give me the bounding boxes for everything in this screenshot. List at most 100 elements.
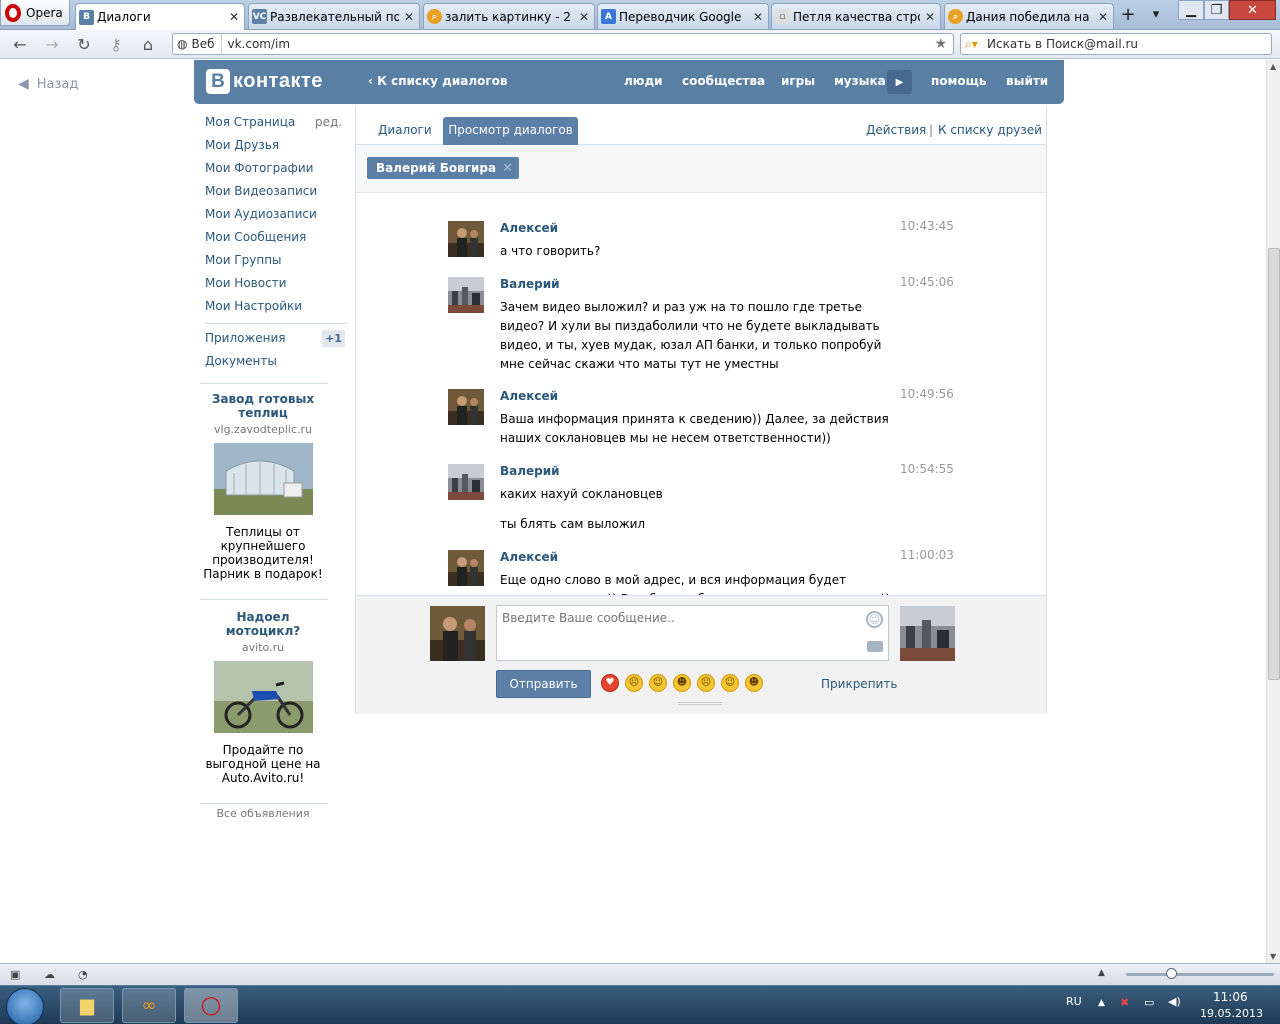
clock-time[interactable]: 11:06: [1213, 990, 1248, 1004]
nav-logout[interactable]: выйти: [1006, 74, 1048, 88]
nav-games[interactable]: игры: [781, 74, 815, 88]
menu-my-friends[interactable]: Мои Друзья: [205, 136, 348, 159]
tab-google-translate[interactable]: A Переводчик Google ✕: [597, 3, 769, 29]
close-window-button[interactable]: ✕: [1229, 0, 1276, 20]
resize-grip[interactable]: [678, 702, 722, 705]
scroll-up-icon[interactable]: ▲: [1270, 62, 1276, 71]
chat-app-icon[interactable]: ∞: [122, 988, 176, 1023]
ad-title[interactable]: Надоел мотоцикл?: [200, 610, 326, 638]
opera-unite-icon[interactable]: ☁: [44, 968, 58, 981]
vk-logo[interactable]: В контакте: [206, 69, 323, 94]
tab-view-dialogs[interactable]: Просмотр диалогов: [443, 117, 578, 145]
wink-emoji-icon[interactable]: ☻: [745, 674, 763, 692]
zoom-slider-knob[interactable]: [1166, 968, 1177, 979]
tab-dialogs-link[interactable]: Диалоги: [378, 123, 432, 137]
show-hidden-icons-icon[interactable]: ▲: [1098, 998, 1105, 1008]
avatar[interactable]: [448, 277, 484, 313]
to-dialogs-link[interactable]: ‹ К списку диалогов: [368, 74, 508, 88]
close-tab-icon[interactable]: ✕: [577, 10, 591, 24]
menu-my-videos[interactable]: Мои Видеозаписи: [205, 182, 348, 205]
smile-emoji-icon[interactable]: ☻: [673, 674, 691, 692]
friends-list-link[interactable]: К списку друзей: [938, 123, 1042, 137]
search-engine-icon[interactable]: ⌕▾: [961, 37, 987, 52]
grin-emoji-icon[interactable]: ☺: [721, 674, 739, 692]
network-error-icon[interactable]: ✖: [1120, 996, 1129, 1009]
menu-my-messages[interactable]: Мои Сообщения: [205, 228, 348, 251]
url-text[interactable]: vk.com/im: [222, 37, 291, 51]
display-icon[interactable]: ▭: [1144, 996, 1154, 1009]
menu-my-news[interactable]: Мои Новости: [205, 274, 348, 297]
smile-icon[interactable]: ☺: [866, 611, 883, 628]
nav-music[interactable]: музыка: [834, 74, 886, 88]
web-badge[interactable]: ◍ Веб: [173, 34, 222, 54]
maximize-button[interactable]: ❐: [1204, 0, 1229, 20]
tab-list-icon[interactable]: ▾: [1146, 4, 1166, 24]
heart-emoji-icon[interactable]: ♥: [601, 674, 619, 692]
greenhouse-image[interactable]: [213, 443, 313, 515]
reload-icon[interactable]: ↻: [74, 34, 94, 54]
message-author[interactable]: Алексей: [500, 389, 558, 403]
ad-greenhouse[interactable]: Завод готовых теплиц vlg.zavodteplic.ru …: [200, 392, 326, 581]
url-field[interactable]: ◍ Веб vk.com/im ★: [172, 33, 954, 55]
recipient-chip[interactable]: Валерий Бовгира ✕: [367, 157, 520, 179]
clock-date[interactable]: 19.05.2013: [1200, 1007, 1263, 1020]
remove-recipient-icon[interactable]: ✕: [502, 161, 513, 176]
actions-link[interactable]: Действия: [866, 123, 926, 137]
avatar[interactable]: [448, 464, 484, 500]
search-field[interactable]: ⌕▾ Искать в Поиск@mail.ru: [960, 33, 1272, 55]
explorer-app-icon[interactable]: ▆: [60, 988, 114, 1023]
scroll-thumb[interactable]: [1268, 248, 1280, 680]
close-tab-icon[interactable]: ✕: [402, 10, 416, 24]
apps-counter-badge[interactable]: +1: [322, 330, 345, 347]
ad-title[interactable]: Завод готовых теплиц: [200, 392, 326, 420]
message-author[interactable]: Валерий: [500, 277, 560, 291]
minimize-button[interactable]: ▁: [1178, 0, 1204, 20]
camera-icon[interactable]: [867, 641, 883, 652]
message-author[interactable]: Валерий: [500, 464, 560, 478]
tab-dialogs[interactable]: В Диалоги ✕: [75, 3, 245, 30]
peer-avatar[interactable]: [900, 606, 955, 661]
scroll-down-icon[interactable]: ▼: [1270, 952, 1276, 961]
tab-denmark-won[interactable]: ⌕ Дания победила на "Е... ✕: [944, 3, 1114, 29]
turbo-icon[interactable]: ◔: [78, 968, 92, 981]
avatar[interactable]: [448, 550, 484, 586]
message-input[interactable]: [496, 605, 889, 661]
close-tab-icon[interactable]: ✕: [751, 10, 765, 24]
ad-motorcycle[interactable]: Надоел мотоцикл? avito.ru Продайте по вы…: [200, 610, 326, 785]
nav-communities[interactable]: сообщества: [682, 74, 765, 88]
opera-app-icon[interactable]: ◯: [184, 988, 238, 1023]
zoom-slider[interactable]: [1126, 973, 1274, 976]
avatar[interactable]: [448, 221, 484, 257]
motorcycle-image[interactable]: [213, 661, 313, 733]
bookmark-star-icon[interactable]: ★: [934, 36, 947, 52]
ad-text[interactable]: Продайте по выгодной цене на Auto.Avito.…: [200, 743, 326, 785]
menu-my-photos[interactable]: Мои Фотографии: [205, 159, 348, 182]
close-tab-icon[interactable]: ✕: [227, 10, 241, 24]
avatar[interactable]: [448, 389, 484, 425]
message-author[interactable]: Алексей: [500, 550, 558, 564]
back-link[interactable]: ◀ Назад: [18, 76, 78, 92]
new-tab-button[interactable]: +: [1118, 4, 1138, 25]
nav-people[interactable]: люди: [624, 74, 663, 88]
panel-toggle-icon[interactable]: ▣: [10, 968, 24, 981]
vertical-scrollbar[interactable]: ▲ ▼: [1266, 60, 1280, 963]
close-tab-icon[interactable]: ✕: [923, 10, 937, 24]
ad-text[interactable]: Теплицы от крупнейшего производителя! Па…: [200, 525, 326, 581]
expand-icon[interactable]: ▲: [1098, 968, 1112, 981]
menu-my-groups[interactable]: Мои Группы: [205, 251, 348, 274]
key-icon[interactable]: ⚷: [106, 34, 126, 54]
edit-link[interactable]: ред.: [315, 115, 342, 129]
menu-my-settings[interactable]: Мои Настройки: [205, 297, 348, 320]
all-ads-link[interactable]: Все объявления: [200, 807, 326, 820]
home-icon[interactable]: ⌂: [138, 34, 158, 54]
send-button[interactable]: Отправить: [496, 670, 591, 698]
attach-link[interactable]: Прикрепить: [821, 677, 897, 691]
message-author[interactable]: Алексей: [500, 221, 558, 235]
start-button[interactable]: [6, 988, 44, 1024]
play-icon[interactable]: ▶: [887, 70, 912, 94]
my-avatar[interactable]: [430, 606, 485, 661]
tab-upload-image[interactable]: ⌕ залить картинку - 2 м... ✕: [423, 3, 595, 29]
tab-quality-loop[interactable]: ▫ Петля качества строи... ✕: [771, 3, 941, 29]
forward-icon[interactable]: →: [42, 34, 62, 54]
sweat-emoji-icon[interactable]: ☹: [697, 674, 715, 692]
